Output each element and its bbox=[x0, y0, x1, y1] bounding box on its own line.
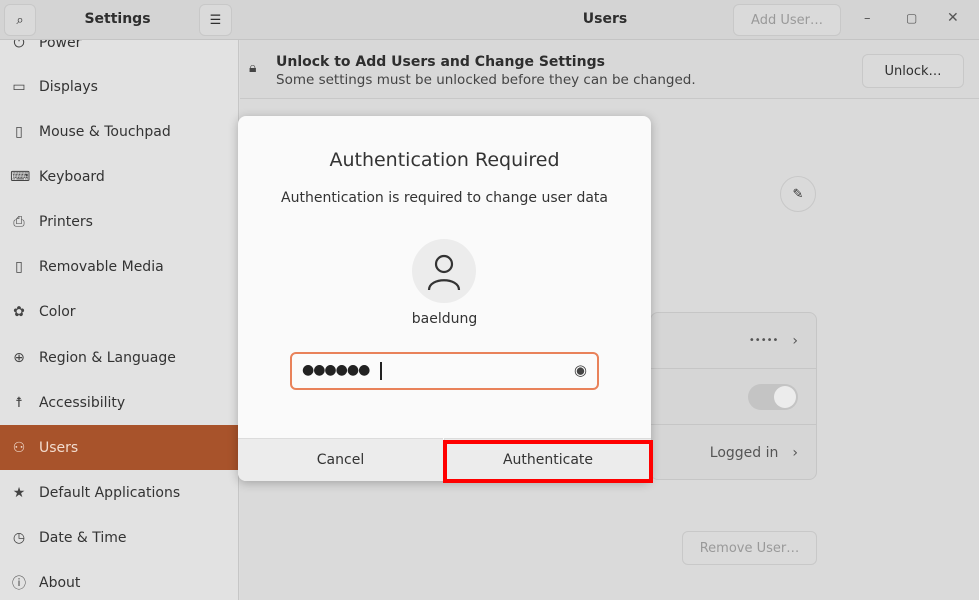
chevron-right-icon: › bbox=[792, 445, 798, 461]
user-icon bbox=[427, 254, 461, 291]
sidebar-item-power[interactable]: ⏻ Power bbox=[0, 40, 238, 65]
lock-icon: 🔒︎ bbox=[249, 60, 257, 76]
highlight-box bbox=[443, 440, 653, 483]
sidebar-item-users[interactable]: ⚇ Users bbox=[0, 425, 238, 470]
removable-media-icon: ▯ bbox=[15, 258, 23, 275]
autologin-row bbox=[651, 369, 816, 425]
dialog-title: Authentication Required bbox=[329, 149, 560, 171]
edit-avatar-button[interactable]: ✎ bbox=[780, 176, 816, 212]
sidebar-item-date-time[interactable]: ◷ Date & Time bbox=[0, 515, 238, 560]
sidebar-item-keyboard[interactable]: ⌨ Keyboard bbox=[0, 154, 238, 199]
color-icon: ✿ bbox=[13, 303, 25, 320]
power-icon: ⏻ bbox=[13, 40, 25, 51]
password-row[interactable]: ••••• › bbox=[651, 313, 816, 369]
unlock-banner: 🔒︎ Unlock to Add Users and Change Settin… bbox=[240, 40, 979, 99]
password-field[interactable]: ●●●●●● ◉ bbox=[290, 352, 599, 390]
sidebar-item-accessibility[interactable]: ☨ Accessibility bbox=[0, 380, 238, 425]
add-user-button[interactable]: Add User… bbox=[733, 4, 841, 36]
authentication-dialog: Authentication Required Authentication i… bbox=[238, 116, 651, 481]
banner-subtitle: Some settings must be unlocked before th… bbox=[276, 72, 696, 88]
sidebar-item-displays[interactable]: ▭ Displays bbox=[0, 64, 238, 109]
avatar bbox=[412, 239, 476, 303]
sidebar-item-about[interactable]: ⓘ About bbox=[0, 560, 238, 600]
account-activity-row[interactable]: Logged in › bbox=[651, 425, 816, 481]
header-bar: ⌕ Settings ☰ Users Add User… – ▢ ✕ bbox=[0, 0, 979, 40]
globe-icon: ⊕ bbox=[13, 349, 25, 366]
account-settings-list: ••••• › Logged in › bbox=[650, 312, 817, 480]
close-button[interactable]: ✕ bbox=[947, 10, 959, 26]
sidebar: ⏻ Power ▭ Displays ▯ Mouse & Touchpad ⌨ Keyb… bbox=[0, 40, 239, 600]
sidebar-item-region[interactable]: ⊕ Region & Language bbox=[0, 335, 238, 380]
info-icon: ⓘ bbox=[12, 575, 26, 592]
autologin-toggle[interactable] bbox=[748, 383, 798, 410]
search-icon: ⌕ bbox=[16, 12, 24, 28]
clock-icon: ◷ bbox=[12, 529, 26, 546]
remove-user-button[interactable]: Remove User… bbox=[682, 531, 817, 565]
cancel-button[interactable]: Cancel bbox=[238, 438, 443, 481]
pencil-icon: ✎ bbox=[792, 186, 804, 202]
search-button[interactable]: ⌕ bbox=[4, 4, 36, 36]
minimize-button[interactable]: – bbox=[864, 11, 871, 26]
maximize-button[interactable]: ▢ bbox=[906, 11, 917, 25]
unlock-button[interactable]: Unlock… bbox=[862, 54, 964, 88]
star-icon: ★ bbox=[12, 484, 26, 501]
username-label: baeldung bbox=[411, 311, 478, 327]
sidebar-item-removable-media[interactable]: ▯ Removable Media bbox=[0, 244, 238, 289]
app-title: Settings bbox=[84, 11, 151, 27]
display-icon: ▭ bbox=[12, 78, 26, 95]
accessibility-icon: ☨ bbox=[15, 394, 23, 411]
page-title: Users bbox=[582, 11, 628, 27]
sidebar-item-mouse[interactable]: ▯ Mouse & Touchpad bbox=[0, 109, 238, 154]
printer-icon: ⎙ bbox=[13, 213, 25, 230]
users-icon: ⚇ bbox=[12, 439, 26, 456]
dialog-message: Authentication is required to change use… bbox=[281, 190, 608, 206]
chevron-right-icon: › bbox=[792, 332, 798, 349]
sidebar-item-color[interactable]: ✿ Color bbox=[0, 289, 238, 334]
reveal-password-icon[interactable]: ◉ bbox=[574, 361, 587, 379]
menu-button[interactable]: ☰ bbox=[199, 4, 232, 36]
mouse-icon: ▯ bbox=[15, 123, 23, 140]
sidebar-item-default-apps[interactable]: ★ Default Applications bbox=[0, 470, 238, 515]
keyboard-icon: ⌨ bbox=[10, 168, 31, 185]
banner-title: Unlock to Add Users and Change Settings bbox=[276, 54, 605, 70]
hamburger-icon: ☰ bbox=[209, 12, 222, 28]
sidebar-item-printers[interactable]: ⎙ Printers bbox=[0, 199, 238, 244]
